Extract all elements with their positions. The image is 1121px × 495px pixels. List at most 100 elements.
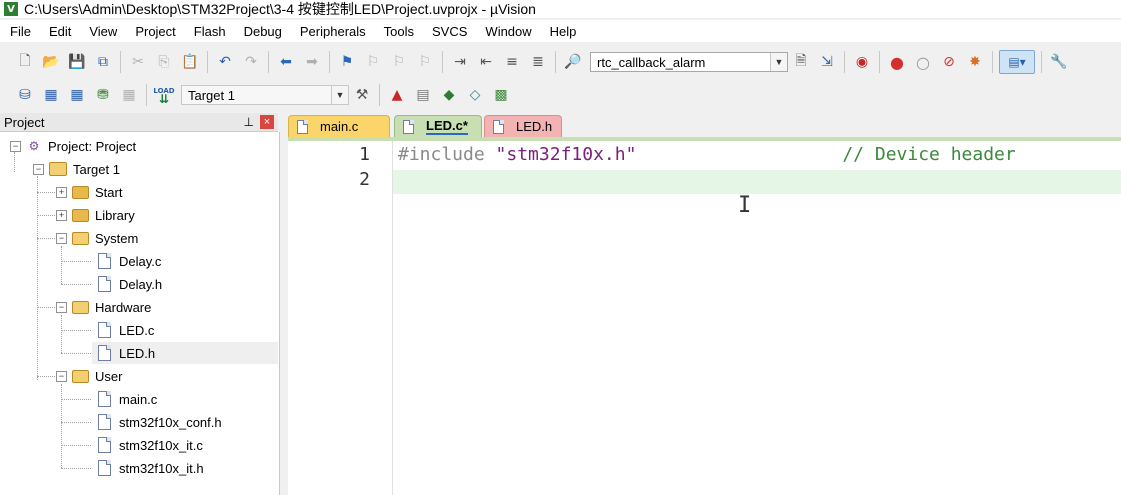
cut-icon[interactable]: ✂ [127, 51, 149, 73]
tab-main-c[interactable]: main.c [288, 115, 390, 137]
tree-file-it-h[interactable]: stm32f10x_it.h [98, 457, 204, 479]
select-packs-icon[interactable]: ▤ [412, 84, 434, 106]
tab-led-h[interactable]: LED.h [484, 115, 562, 137]
configure-icon[interactable]: 🔧 [1048, 51, 1070, 73]
menu-help[interactable]: Help [540, 24, 585, 39]
debug-session-icon[interactable]: ◉ [851, 51, 873, 73]
tree-line [61, 445, 91, 446]
tab-label: LED.h [516, 119, 553, 134]
close-icon[interactable]: × [260, 115, 274, 129]
download-load-icon[interactable]: LOAD ⇊ [153, 84, 175, 106]
folder-icon [72, 185, 89, 199]
target-options-icon[interactable]: ⚒ [351, 84, 373, 106]
save-all-icon[interactable]: ⧉ [92, 51, 114, 73]
tree-group-library[interactable]: + Library [56, 204, 135, 226]
comment-icon[interactable]: ≡ [501, 51, 523, 73]
breakpoint-enable-icon[interactable]: ○ [912, 51, 934, 73]
manage-rte-icon[interactable]: ◆ [438, 84, 460, 106]
paste-icon[interactable]: 📋 [179, 51, 201, 73]
collapse-icon[interactable]: − [56, 370, 67, 382]
tree-line [61, 284, 91, 285]
new-file-icon[interactable]: 🗋 [14, 51, 36, 73]
pack-installer-icon[interactable]: ◇ [464, 84, 486, 106]
menu-peripherals[interactable]: Peripherals [290, 24, 374, 39]
rebuild-icon[interactable]: ▦ [66, 84, 88, 106]
pin-icon[interactable]: ⊥ [244, 115, 254, 129]
build-icon[interactable]: ▦ [40, 84, 62, 106]
breakpoint-insert-icon[interactable]: ● [886, 51, 908, 73]
tree-file-it-c[interactable]: stm32f10x_it.c [98, 434, 203, 456]
find-icon[interactable]: 🗎 [790, 51, 812, 73]
tree-group-start[interactable]: + Start [56, 181, 122, 203]
bookmark-next-icon[interactable]: ⚐ [388, 51, 410, 73]
window-layout-icon[interactable]: ▤▾ [999, 50, 1035, 74]
tree-file-conf-h[interactable]: stm32f10x_conf.h [98, 411, 222, 433]
indent-icon[interactable]: ⇥ [449, 51, 471, 73]
find-in-files-icon[interactable]: 🔎 [562, 51, 584, 73]
batch-build-icon[interactable]: ⛃ [92, 84, 114, 106]
collapse-icon[interactable]: − [56, 301, 67, 313]
bookmark-clear-icon[interactable]: ⚐ [414, 51, 436, 73]
tab-led-c[interactable]: LED.c* [394, 115, 482, 137]
navigate-forward-icon[interactable]: ➡ [301, 51, 323, 73]
bookmark-toggle-icon[interactable]: ⚑ [336, 51, 358, 73]
tree-node-label: LED.c [119, 322, 155, 338]
tree-file-delay-c[interactable]: Delay.c [98, 250, 161, 272]
code-editor[interactable]: 1 2 #include "stm32f10x.h" // Device hea… [288, 137, 1121, 495]
redo-icon[interactable]: ↷ [240, 51, 262, 73]
tree-file-delay-h[interactable]: Delay.h [98, 273, 162, 295]
tree-node-label: Delay.h [119, 276, 163, 292]
expand-icon[interactable]: + [56, 209, 67, 221]
tree-node-label: stm32f10x_it.h [119, 460, 204, 476]
open-file-icon[interactable]: 📂 [40, 51, 62, 73]
expand-icon[interactable]: + [56, 186, 67, 198]
collapse-icon[interactable]: − [33, 163, 44, 175]
menu-edit[interactable]: Edit [39, 24, 79, 39]
chevron-down-icon[interactable]: ▼ [770, 53, 787, 71]
folder-open-icon [72, 369, 89, 383]
project-tree: − ⚙ Project: Project − Target 1 + Start … [0, 132, 280, 495]
line-number: 2 [359, 169, 370, 190]
bookmark-prev-icon[interactable]: ⚐ [362, 51, 384, 73]
window-title: C:\Users\Admin\Desktop\STM32Project\3-4 … [24, 1, 536, 17]
tree-file-led-h[interactable]: LED.h [92, 342, 278, 364]
editor-tab-strip: main.c LED.c* LED.h [288, 112, 1121, 137]
undo-icon[interactable]: ↶ [214, 51, 236, 73]
find-combo[interactable]: rtc_callback_alarm ▼ [590, 52, 788, 72]
incremental-find-icon[interactable]: ⇲ [816, 51, 838, 73]
standard-toolbar: 🗋 📂 💾 ⧉ ✂ ⎘ 📋 ↶ ↷ ⬅ ➡ ⚑ ⚐ ⚐ ⚐ ⇥ ⇤ ≡ ≣ 🔎 … [0, 47, 1121, 77]
uncomment-icon[interactable]: ≣ [527, 51, 549, 73]
navigate-back-icon[interactable]: ⬅ [275, 51, 297, 73]
menu-tools[interactable]: Tools [374, 24, 422, 39]
tree-node-target[interactable]: − Target 1 [33, 158, 120, 180]
run-time-environment-icon[interactable]: ▩ [490, 84, 512, 106]
breakpoint-disable-all-icon[interactable]: ⊘ [938, 51, 960, 73]
translate-icon[interactable]: ⛁ [14, 84, 36, 106]
collapse-icon[interactable]: − [56, 232, 67, 244]
tree-node-project[interactable]: − ⚙ Project: Project [10, 135, 136, 157]
code-line[interactable]: #include "stm32f10x.h" // Device header [398, 144, 1016, 165]
menu-flash[interactable]: Flash [184, 24, 234, 39]
menu-project[interactable]: Project [125, 24, 183, 39]
manage-project-items-icon[interactable]: ▲ [386, 84, 408, 106]
breakpoint-kill-all-icon[interactable]: ✸ [964, 51, 986, 73]
save-icon[interactable]: 💾 [66, 51, 88, 73]
collapse-icon[interactable]: − [10, 140, 21, 152]
tree-group-system[interactable]: − System [56, 227, 138, 249]
menu-window[interactable]: Window [475, 24, 539, 39]
tree-file-led-c[interactable]: LED.c [98, 319, 154, 341]
unindent-icon[interactable]: ⇤ [475, 51, 497, 73]
menu-file[interactable]: File [0, 24, 39, 39]
menu-view[interactable]: View [79, 24, 125, 39]
copy-icon[interactable]: ⎘ [153, 51, 175, 73]
tree-group-hardware[interactable]: − Hardware [56, 296, 151, 318]
toolbar-separator [879, 51, 880, 73]
tree-file-main-c[interactable]: main.c [98, 388, 157, 410]
stop-build-icon[interactable]: ▦ [118, 84, 140, 106]
chevron-down-icon[interactable]: ▼ [331, 86, 348, 104]
target-combo[interactable]: Target 1 ▼ [181, 85, 349, 105]
tree-group-user[interactable]: − User [56, 365, 122, 387]
target-icon [49, 162, 67, 176]
menu-svcs[interactable]: SVCS [422, 24, 475, 39]
menu-debug[interactable]: Debug [234, 24, 290, 39]
